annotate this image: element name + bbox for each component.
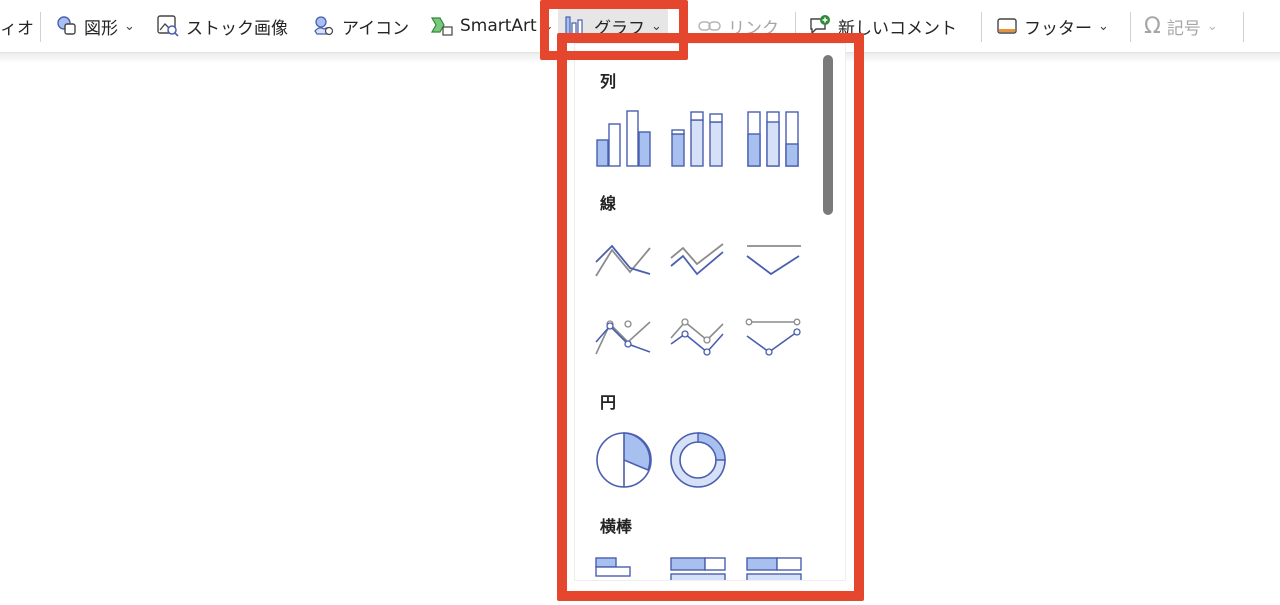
shapes-icon — [57, 16, 76, 35]
ribbon-separator — [1130, 12, 1131, 42]
chevron-down-icon: ⌄ — [1206, 18, 1218, 34]
smartart-label: SmartArt — [460, 16, 537, 36]
ribbon-separator — [40, 12, 41, 42]
footer-icon — [997, 18, 1017, 34]
icons-label: アイコン — [342, 18, 410, 39]
ribbon-separator — [981, 12, 982, 42]
omega-icon: Ω — [1144, 13, 1161, 39]
chevron-down-icon: ⌄ — [1098, 18, 1109, 34]
highlight-box-chart-menu — [557, 33, 864, 601]
footer-button[interactable]: フッター ⌄ — [996, 8, 1109, 44]
footer-label: フッター — [1024, 18, 1092, 39]
video-button[interactable]: ィオ — [0, 8, 34, 44]
video-label: ィオ — [0, 18, 34, 39]
icons-icon — [314, 16, 334, 36]
smartart-icon — [430, 17, 453, 36]
shapes-button[interactable]: 図形 ⌄ — [56, 8, 135, 44]
stock-images-icon — [157, 15, 179, 37]
symbol-label: 記号 — [1166, 18, 1201, 39]
stock-images-button[interactable]: ストック画像 — [156, 8, 288, 44]
icons-button[interactable]: アイコン — [312, 8, 409, 44]
symbol-button[interactable]: Ω 記号 ⌄ — [1144, 8, 1218, 44]
smartart-button[interactable]: SmartArt ⌄ — [430, 8, 554, 44]
chevron-down-icon: ⌄ — [124, 18, 135, 34]
shapes-label: 図形 — [84, 18, 118, 39]
ribbon-separator — [1243, 12, 1244, 42]
stock-images-label: ストック画像 — [186, 18, 288, 39]
link-icon — [698, 21, 721, 31]
